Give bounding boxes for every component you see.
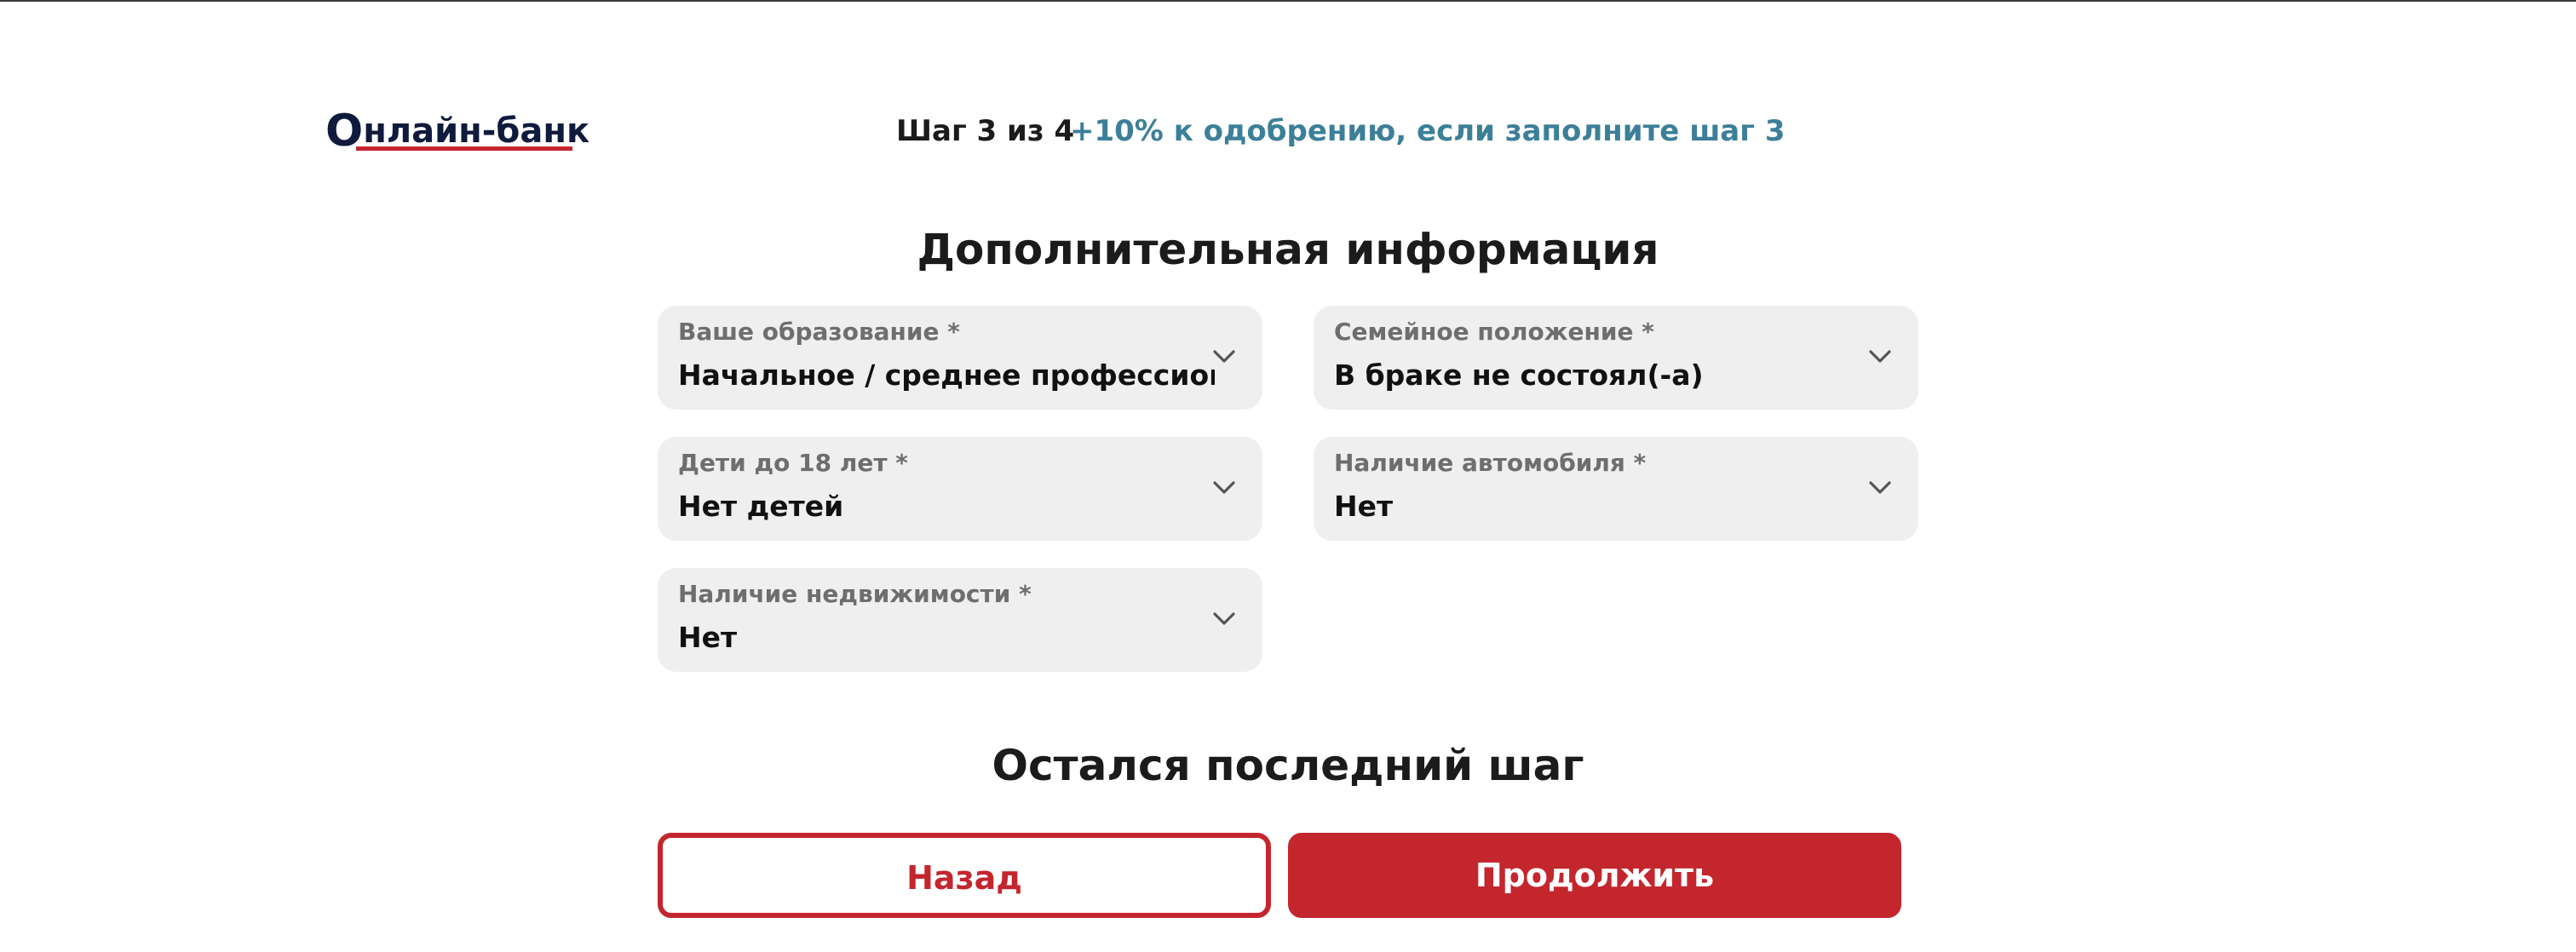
- form-title: Дополнительная информация: [917, 225, 1659, 274]
- car-select[interactable]: Наличие автомобиля * Нет: [1314, 437, 1918, 541]
- continue-button[interactable]: Продолжить: [1288, 833, 1901, 918]
- chevron-down-icon: [1213, 612, 1235, 625]
- chevron-down-icon: [1213, 350, 1235, 363]
- property-value: Нет: [678, 621, 738, 654]
- family-status-value: В браке не состоял(-а): [1334, 358, 1704, 392]
- car-label: Наличие автомобиля *: [1334, 449, 1647, 477]
- logo-text: нлайн-банк: [363, 112, 590, 151]
- back-button[interactable]: Назад: [658, 833, 1271, 918]
- education-select[interactable]: Ваше образование * Начальное / среднее п…: [658, 306, 1262, 410]
- children-value: Нет детей: [678, 490, 844, 523]
- top-border: [0, 0, 2576, 2]
- last-step-title: Остался последний шаг: [992, 741, 1584, 790]
- step-indicator: Шаг 3 из 4: [896, 114, 1075, 148]
- education-label: Ваше образование *: [678, 318, 960, 346]
- children-select[interactable]: Дети до 18 лет * Нет детей: [658, 437, 1262, 541]
- family-status-label: Семейное положение *: [1334, 318, 1654, 346]
- logo-underline: [356, 146, 572, 151]
- family-status-select[interactable]: Семейное положение * В браке не состоял(…: [1314, 306, 1918, 410]
- chevron-down-icon: [1869, 350, 1891, 363]
- chevron-down-icon: [1213, 481, 1235, 494]
- children-label: Дети до 18 лет *: [678, 449, 908, 477]
- education-value: Начальное / среднее профессиональное: [678, 358, 1215, 392]
- chevron-down-icon: [1869, 481, 1891, 494]
- property-select[interactable]: Наличие недвижимости * Нет: [658, 568, 1262, 672]
- car-value: Нет: [1334, 490, 1394, 523]
- step-bonus-hint: +10% к одобрению, если заполните шаг 3: [1070, 114, 1785, 148]
- property-label: Наличие недвижимости *: [678, 580, 1032, 608]
